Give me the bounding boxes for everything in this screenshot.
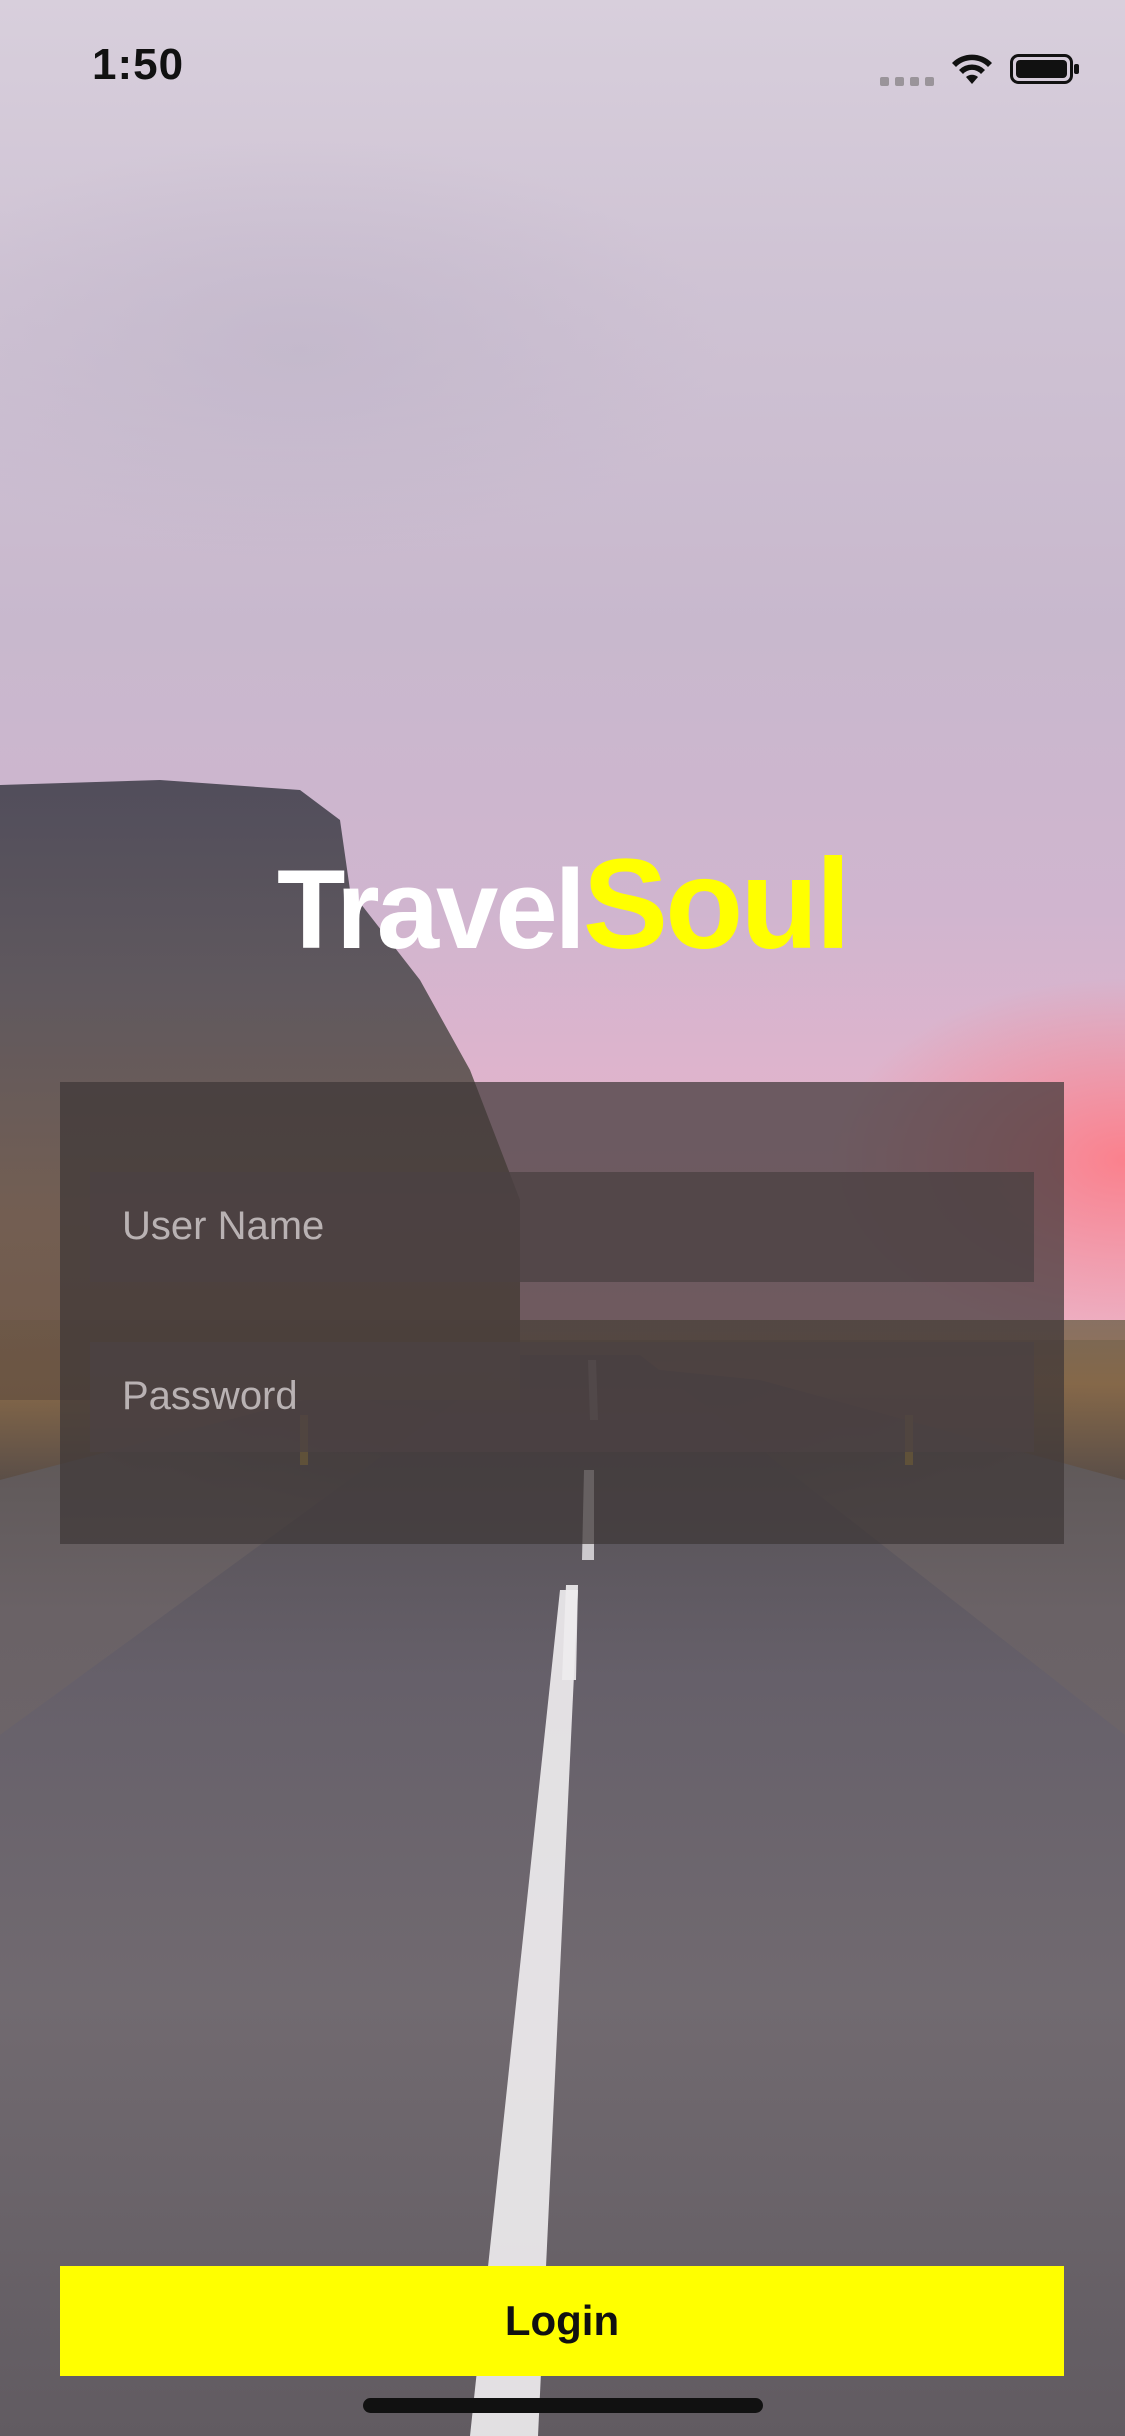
wifi-icon <box>952 54 992 84</box>
app-title-soul: Soul <box>582 833 851 976</box>
login-button-label: Login <box>504 2297 620 2344</box>
signal-icon <box>880 74 934 86</box>
login-button[interactable]: Login <box>60 2266 1064 2376</box>
username-input[interactable]: User Name <box>90 1172 1034 1282</box>
username-placeholder: User Name <box>122 1204 325 1248</box>
login-screen: 1:50 TravelSoul User Name Password Login <box>0 0 1125 2436</box>
app-title-travel: Travel <box>276 847 586 972</box>
app-title: TravelSoul <box>0 830 1125 985</box>
password-input[interactable]: Password <box>90 1342 1034 1452</box>
status-bar: 1:50 <box>0 0 1125 132</box>
battery-icon <box>1010 54 1079 84</box>
login-panel: User Name Password <box>60 1082 1064 1544</box>
home-indicator[interactable] <box>363 2398 763 2413</box>
status-time: 1:50 <box>92 40 185 89</box>
password-placeholder: Password <box>122 1374 298 1418</box>
